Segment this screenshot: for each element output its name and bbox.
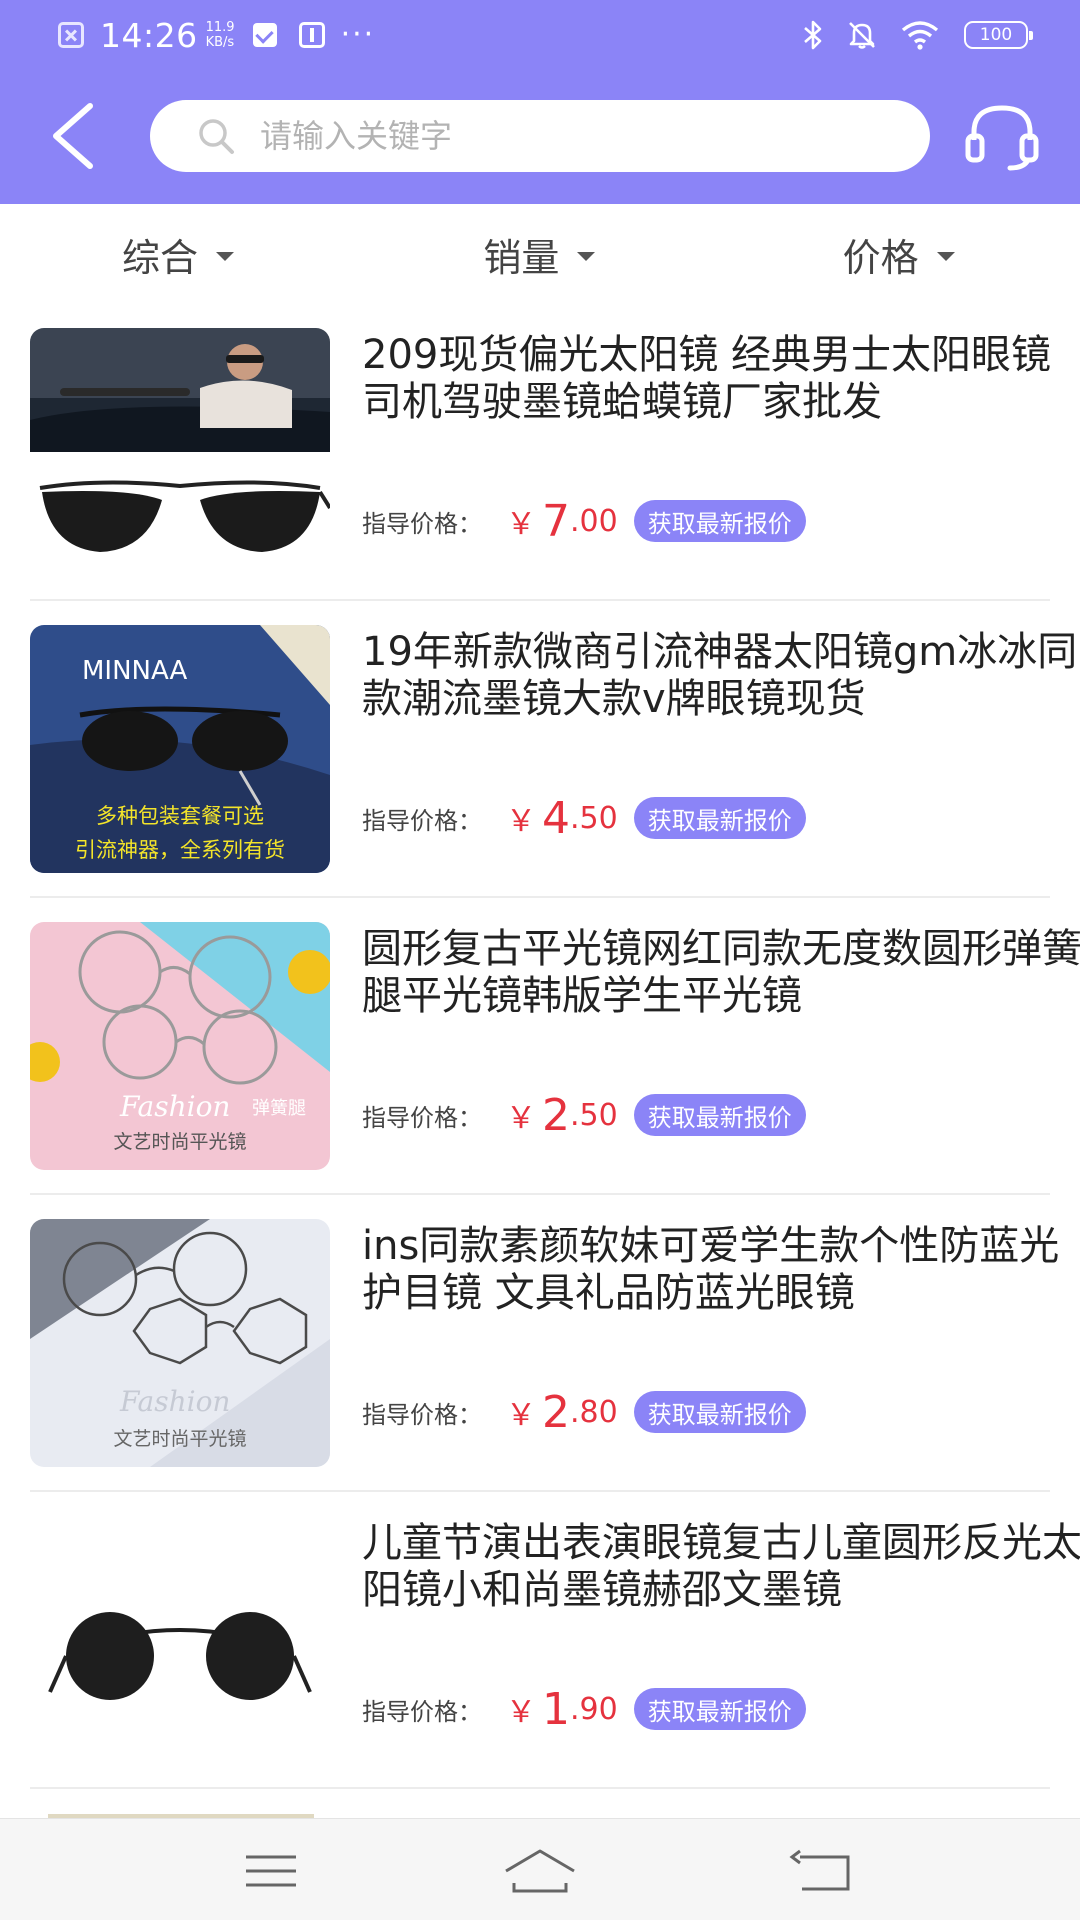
product-title[interactable]: 209现货偏光太阳镜 经典男士太阳眼镜司机驾驶墨镜蛤蟆镜厂家批发 [362,332,1080,426]
product-item[interactable]: Fashion 弹簧腿 文艺时尚平光镜 圆形复古平光镜网红同款无度数圆形弹簧腿平… [30,898,1080,1195]
usb-icon [298,22,325,48]
back-button[interactable] [46,100,106,172]
price-label: 指导价格： [362,1400,482,1429]
sort-tab-label: 综合 [122,235,199,280]
status-right: 100 [780,18,1033,52]
sort-tab-price[interactable]: 价格 [721,204,1080,304]
price-row: 指导价格： ￥ 7 .00 获取最新报价 [362,495,806,547]
currency-symbol: ￥ [506,1101,536,1136]
price-integer: 2 [542,1386,570,1438]
get-quote-button[interactable]: 获取最新报价 [633,797,806,839]
net-speed-value: 11.9 [205,20,235,35]
sort-tab-comprehensive[interactable]: 综合 [0,204,359,304]
product-image[interactable]: Fashion 弹簧腿 文艺时尚平光镜 [30,922,330,1170]
status-left: 14:26 11.9 KB/s ··· [58,14,375,56]
price-integer: 4 [542,792,570,844]
currency-symbol: ￥ [506,1695,536,1730]
status-time: 14:26 [100,15,198,55]
caret-down-icon [936,251,955,261]
product-item[interactable]: 209现货偏光太阳镜 经典男士太阳眼镜司机驾驶墨镜蛤蟆镜厂家批发 指导价格： ￥… [30,304,1051,601]
product-item[interactable]: MINNAA 多种包装套餐可选 引流神器，全系列有货 19年新款微商引流神器太阳… [30,601,1077,898]
header: 14:26 11.9 KB/s ··· 100 [0,0,1080,204]
price-decimal: .90 [570,1691,618,1727]
currency-symbol: ￥ [506,804,536,839]
net-speed: 11.9 KB/s [206,20,235,50]
image-text-fashion: Fashion [119,1385,230,1418]
app-root: 14:26 11.9 KB/s ··· 100 请输入关键字 综合 销量 价格 … [0,0,1080,1920]
price-decimal: .80 [570,1394,618,1430]
chevron-left-icon [53,103,93,169]
price-integer: 2 [542,1089,570,1141]
sort-tab-label: 销量 [483,235,560,280]
product-title[interactable]: 圆形复古平光镜网红同款无度数圆形弹簧腿平光镜韩版学生平光镜 [362,926,1080,1020]
image-text-fashion: Fashion [119,1090,230,1123]
close-square-icon [58,22,84,48]
price-label: 指导价格： [362,1103,482,1132]
product-title[interactable]: ins同款素颜软妹可爱学生款个性防蓝光护目镜 文具礼品防蓝光眼镜 [362,1223,1080,1317]
home-button[interactable] [500,1843,580,1899]
bluetooth-icon [802,19,824,51]
sort-tab-label: 价格 [842,235,919,280]
product-item[interactable]: Fashion 文艺时尚平光镜 ins同款素颜软妹可爱学生款个性防蓝光护目镜 文… [30,1195,1059,1492]
image-text-style: 文艺时尚平光镜 [113,1428,246,1450]
get-quote-button[interactable]: 获取最新报价 [633,500,806,542]
image-text-package: 多种包装套餐可选 [96,804,264,828]
product-list: 209现货偏光太阳镜 经典男士太阳眼镜司机驾驶墨镜蛤蟆镜厂家批发 指导价格： ￥… [0,304,1080,1789]
image-text-style: 文艺时尚平光镜 [113,1131,246,1153]
search-input[interactable] [260,117,900,155]
price-row: 指导价格： ￥ 4 .50 获取最新报价 [362,792,806,844]
currency-symbol: ￥ [506,1398,536,1433]
mute-bell-icon [846,19,878,51]
system-nav-bar [0,1818,1080,1920]
price-integer: 1 [542,1683,570,1735]
price-label: 指导价格： [362,806,482,835]
menu-button[interactable] [232,1843,312,1899]
product-image[interactable]: Fashion 文艺时尚平光镜 [30,1219,330,1467]
caret-down-icon [577,251,596,261]
price-label: 指导价格： [362,509,482,538]
product-item[interactable]: 儿童节演出表演眼镜复古儿童圆形反光太阳镜小和尚墨镜赫邵文墨镜 指导价格： ￥ 1… [30,1492,1080,1789]
price-label: 指导价格： [362,1697,482,1726]
sort-tab-sales[interactable]: 销量 [359,204,720,304]
get-quote-button[interactable]: 获取最新报价 [633,1688,806,1730]
price-row: 指导价格： ￥ 2 .80 获取最新报价 [362,1386,806,1438]
product-image[interactable] [30,328,330,576]
home-icon [505,1849,575,1893]
customer-service-button[interactable] [962,98,1042,174]
search-box[interactable] [150,100,930,172]
caret-down-icon [216,251,235,261]
get-quote-button[interactable]: 获取最新报价 [633,1391,806,1433]
headset-icon [965,105,1039,171]
price-decimal: .50 [570,800,618,836]
menu-icon [246,1855,296,1887]
image-text-brand: MINNAA [82,656,188,686]
price-decimal: .00 [570,503,618,539]
check-square-icon [252,23,277,47]
battery-icon: 100 [964,21,1033,49]
sort-bar: 综合 销量 价格 [0,204,1080,304]
get-quote-button[interactable]: 获取最新报价 [633,1094,806,1136]
image-text-spring: 弹簧腿 [252,1098,306,1119]
currency-symbol: ￥ [506,507,536,542]
product-title[interactable]: 19年新款微商引流神器太阳镜gm冰冰同款潮流墨镜大款v牌眼镜现货 [362,629,1080,723]
product-image[interactable] [30,1516,330,1764]
price-row: 指导价格： ￥ 2 .50 获取最新报价 [362,1089,806,1141]
back-icon [789,1849,850,1891]
product-image[interactable]: MINNAA 多种包装套餐可选 引流神器，全系列有货 [30,625,330,873]
net-speed-unit: KB/s [205,35,235,50]
system-back-button[interactable] [784,1843,864,1899]
image-text-slogan: 引流神器，全系列有货 [75,838,285,862]
price-integer: 7 [542,495,570,547]
wifi-icon [900,20,940,50]
price-decimal: .50 [570,1097,618,1133]
status-bar: 14:26 11.9 KB/s ··· 100 [0,0,1080,70]
product-title[interactable]: 儿童节演出表演眼镜复古儿童圆形反光太阳镜小和尚墨镜赫邵文墨镜 [362,1520,1080,1614]
price-row: 指导价格： ￥ 1 .90 获取最新报价 [362,1683,806,1735]
more-dots-icon: ··· [340,17,376,52]
search-icon [196,116,236,156]
